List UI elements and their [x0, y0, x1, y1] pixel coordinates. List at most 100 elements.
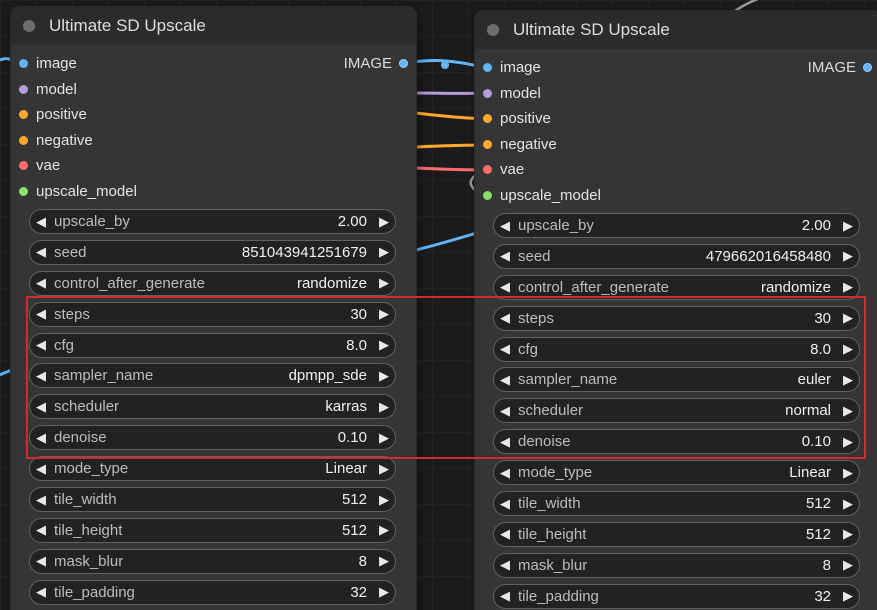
node-title-bar[interactable]: Ultimate SD Upscale: [11, 7, 416, 45]
node-title-bar[interactable]: Ultimate SD Upscale: [475, 11, 877, 49]
widget-value[interactable]: 2.00: [802, 217, 837, 234]
widget-tile-padding[interactable]: ◀ tile_padding 32 ▶: [29, 579, 396, 605]
decrement-arrow-icon[interactable]: ◀: [494, 341, 516, 357]
widget-tile-padding[interactable]: ◀ tile_padding 32 ▶: [493, 583, 860, 609]
slot-dot-icon[interactable]: [19, 84, 28, 94]
increment-arrow-icon[interactable]: ▶: [837, 557, 859, 573]
widget-tile-height[interactable]: ◀ tile_height 512 ▶: [29, 517, 396, 543]
decrement-arrow-icon[interactable]: ◀: [494, 496, 516, 512]
widget-upscale-by[interactable]: ◀ upscale_by 2.00 ▶: [29, 209, 396, 234]
slot-dot-icon[interactable]: [483, 63, 492, 73]
decrement-arrow-icon[interactable]: ◀: [494, 403, 516, 419]
decrement-arrow-icon[interactable]: ◀: [30, 430, 52, 446]
graph-canvas[interactable]: Ultimate SD Upscale image IMAGE model po…: [0, 0, 877, 610]
widget-value[interactable]: euler: [798, 371, 837, 388]
decrement-arrow-icon[interactable]: ◀: [30, 244, 52, 260]
input-slot-upscale-model[interactable]: upscale_model: [11, 179, 416, 205]
slot-dot-icon[interactable]: [19, 161, 28, 171]
increment-arrow-icon[interactable]: ▶: [373, 244, 395, 260]
slot-dot-icon[interactable]: [19, 135, 28, 145]
ultimate-sd-upscale-node-right[interactable]: Ultimate SD Upscale image IMAGE model po…: [475, 11, 877, 610]
increment-arrow-icon[interactable]: ▶: [837, 403, 859, 419]
widget-value[interactable]: dpmpp_sde: [289, 367, 373, 384]
widget-cfg[interactable]: ◀ cfg 8.0 ▶: [493, 336, 860, 362]
increment-arrow-icon[interactable]: ▶: [837, 310, 859, 326]
widget-value[interactable]: 0.10: [338, 429, 373, 446]
increment-arrow-icon[interactable]: ▶: [837, 588, 859, 604]
increment-arrow-icon[interactable]: ▶: [837, 248, 859, 264]
increment-arrow-icon[interactable]: ▶: [373, 553, 395, 569]
slot-dot-icon[interactable]: [483, 139, 492, 149]
increment-arrow-icon[interactable]: ▶: [837, 218, 859, 234]
widget-tile-width[interactable]: ◀ tile_width 512 ▶: [29, 487, 396, 513]
widget-value[interactable]: 0.10: [802, 433, 837, 450]
widget-value[interactable]: 8.0: [810, 341, 837, 358]
decrement-arrow-icon[interactable]: ◀: [30, 275, 52, 291]
widget-value[interactable]: Linear: [325, 460, 373, 477]
widget-steps[interactable]: ◀ steps 30 ▶: [29, 301, 396, 327]
decrement-arrow-icon[interactable]: ◀: [30, 584, 52, 600]
slot-dot-icon[interactable]: [483, 88, 492, 98]
input-slot-vae[interactable]: vae: [11, 153, 416, 179]
decrement-arrow-icon[interactable]: ◀: [494, 218, 516, 234]
widget-mode-type[interactable]: ◀ mode_type Linear ▶: [493, 460, 860, 486]
input-slot-negative[interactable]: negative: [11, 128, 416, 154]
increment-arrow-icon[interactable]: ▶: [373, 306, 395, 322]
widget-value[interactable]: 851043941251679: [242, 244, 373, 261]
widget-mask-blur[interactable]: ◀ mask_blur 8 ▶: [29, 548, 396, 574]
widget-scheduler[interactable]: ◀ scheduler normal ▶: [493, 398, 860, 424]
increment-arrow-icon[interactable]: ▶: [837, 341, 859, 357]
widget-scheduler[interactable]: ◀ scheduler karras ▶: [29, 394, 396, 420]
widget-value[interactable]: 32: [350, 584, 373, 601]
increment-arrow-icon[interactable]: ▶: [373, 399, 395, 415]
decrement-arrow-icon[interactable]: ◀: [494, 557, 516, 573]
slot-dot-icon[interactable]: [483, 165, 492, 175]
decrement-arrow-icon[interactable]: ◀: [494, 372, 516, 388]
increment-arrow-icon[interactable]: ▶: [373, 368, 395, 384]
input-slot-vae[interactable]: vae: [475, 157, 877, 183]
input-slot-positive[interactable]: positive: [11, 102, 416, 128]
collapse-dot-icon[interactable]: [487, 24, 499, 36]
input-slot-upscale-model[interactable]: upscale_model: [475, 183, 877, 209]
decrement-arrow-icon[interactable]: ◀: [494, 434, 516, 450]
widget-value[interactable]: 512: [342, 522, 373, 539]
slot-dot-icon[interactable]: [483, 114, 492, 124]
increment-arrow-icon[interactable]: ▶: [837, 465, 859, 481]
increment-arrow-icon[interactable]: ▶: [373, 584, 395, 600]
increment-arrow-icon[interactable]: ▶: [837, 496, 859, 512]
widget-control-after-generate[interactable]: ◀ control_after_generate randomize ▶: [493, 274, 860, 300]
decrement-arrow-icon[interactable]: ◀: [494, 588, 516, 604]
widget-value[interactable]: randomize: [297, 275, 373, 292]
increment-arrow-icon[interactable]: ▶: [373, 214, 395, 230]
widget-value[interactable]: karras: [325, 398, 373, 415]
increment-arrow-icon[interactable]: ▶: [373, 492, 395, 508]
input-slot-negative[interactable]: negative: [475, 132, 877, 158]
widget-control-after-generate[interactable]: ◀ control_after_generate randomize ▶: [29, 270, 396, 296]
widget-denoise[interactable]: ◀ denoise 0.10 ▶: [493, 429, 860, 455]
decrement-arrow-icon[interactable]: ◀: [494, 526, 516, 542]
widget-value[interactable]: 512: [806, 495, 837, 512]
input-slot-model[interactable]: model: [11, 77, 416, 103]
widget-value[interactable]: normal: [785, 402, 837, 419]
decrement-arrow-icon[interactable]: ◀: [30, 522, 52, 538]
widget-steps[interactable]: ◀ steps 30 ▶: [493, 305, 860, 331]
increment-arrow-icon[interactable]: ▶: [373, 461, 395, 477]
widget-value[interactable]: 512: [342, 491, 373, 508]
widget-value[interactable]: 8: [359, 553, 373, 570]
widget-value[interactable]: 479662016458480: [706, 248, 837, 265]
widget-sampler-name[interactable]: ◀ sampler_name dpmpp_sde ▶: [29, 363, 396, 389]
decrement-arrow-icon[interactable]: ◀: [30, 306, 52, 322]
widget-seed[interactable]: ◀ seed 479662016458480 ▶: [493, 243, 860, 269]
decrement-arrow-icon[interactable]: ◀: [30, 337, 52, 353]
widget-value[interactable]: 2.00: [338, 213, 373, 230]
widget-mask-blur[interactable]: ◀ mask_blur 8 ▶: [493, 552, 860, 578]
widget-cfg[interactable]: ◀ cfg 8.0 ▶: [29, 332, 396, 358]
input-slot-image[interactable]: image IMAGE: [11, 51, 416, 77]
decrement-arrow-icon[interactable]: ◀: [30, 461, 52, 477]
widget-value[interactable]: 30: [814, 310, 837, 327]
decrement-arrow-icon[interactable]: ◀: [30, 368, 52, 384]
decrement-arrow-icon[interactable]: ◀: [494, 465, 516, 481]
decrement-arrow-icon[interactable]: ◀: [30, 492, 52, 508]
output-dot-icon[interactable]: [863, 63, 872, 73]
widget-tile-width[interactable]: ◀ tile_width 512 ▶: [493, 491, 860, 517]
